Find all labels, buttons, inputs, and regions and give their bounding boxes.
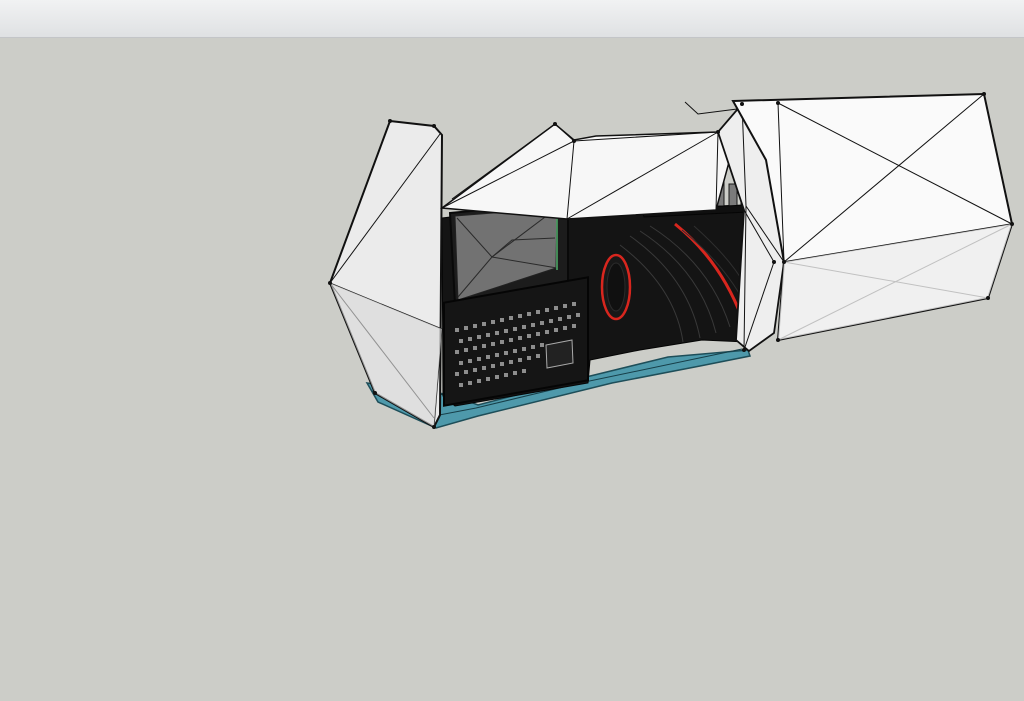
model-canvas[interactable] [0,38,1024,701]
sketchup-window [0,0,1024,701]
left-wing-panel[interactable] [328,119,444,429]
top-toolbar-strip [0,0,1024,38]
3d-viewport[interactable] [0,38,1024,701]
